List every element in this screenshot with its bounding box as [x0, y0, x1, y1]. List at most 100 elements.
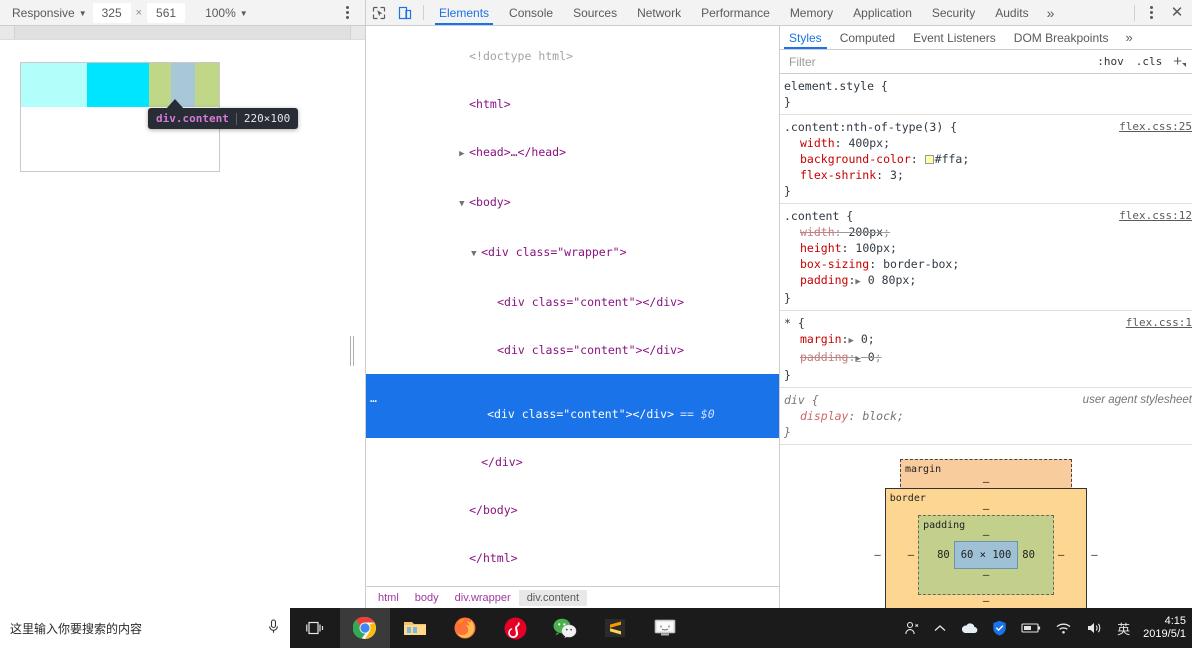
rule-origin-link[interactable]: flex.css:12 — [1119, 208, 1192, 224]
dom-node-div-content-3-selected[interactable]: … <div class="content"></div> == $0 — [366, 374, 779, 438]
property-value[interactable]: block — [862, 409, 897, 423]
close-icon[interactable]: ✕ — [1162, 0, 1192, 26]
styles-filter-input[interactable] — [784, 54, 1089, 69]
padding-left-value[interactable]: 80 — [933, 547, 954, 563]
twisty-expanded-icon[interactable]: ▼ — [459, 196, 469, 212]
margin-right-value[interactable]: – — [1087, 547, 1101, 563]
file-explorer-icon[interactable] — [390, 608, 440, 648]
declaration-box-sizing[interactable]: box-sizing: border-box; — [784, 256, 1186, 272]
viewport-ruler[interactable] — [0, 26, 365, 40]
tab-styles[interactable]: Styles — [780, 26, 831, 49]
breadcrumb-item-div-content[interactable]: div.content — [518, 589, 588, 606]
task-view-icon[interactable] — [290, 608, 340, 648]
tab-audits[interactable]: Audits — [985, 0, 1038, 25]
declaration-display[interactable]: display: block; — [784, 408, 1186, 424]
property-value[interactable]: 0 — [861, 332, 868, 346]
box-model-border[interactable]: border – – padding – 80 60 × 100 80 – – … — [884, 488, 1088, 608]
style-rule-content[interactable]: flex.css:12 .content { width: 200px; hei… — [780, 204, 1192, 311]
property-value[interactable]: 100px — [855, 241, 890, 255]
box-model-padding[interactable]: padding – 80 60 × 100 80 – — [918, 515, 1054, 595]
tab-event-listeners[interactable]: Event Listeners — [904, 26, 1005, 49]
border-top-value[interactable]: – — [904, 503, 1069, 515]
color-swatch-icon[interactable] — [924, 155, 934, 164]
box-model-margin[interactable]: margin – – border – – padding – 80 60 × … — [874, 459, 1098, 608]
dom-node-head[interactable]: ▶ <head>…</head> — [366, 128, 779, 178]
property-value[interactable]: #ffa — [935, 152, 963, 166]
property-name[interactable]: height — [800, 241, 842, 255]
padding-bottom-value[interactable]: – — [933, 569, 1039, 581]
tab-network[interactable]: Network — [627, 0, 691, 25]
devtools-menu-button[interactable] — [1140, 4, 1162, 21]
rule-selector[interactable]: element.style { — [784, 78, 1186, 94]
property-value[interactable]: 0 80px — [868, 273, 910, 287]
flex-box-2[interactable] — [87, 63, 149, 107]
rule-origin-link[interactable]: flex.css:25 — [1119, 119, 1192, 135]
tab-memory[interactable]: Memory — [780, 0, 843, 25]
tab-elements[interactable]: Elements — [429, 0, 499, 25]
property-name[interactable]: margin — [800, 332, 842, 346]
tab-dom-breakpoints[interactable]: DOM Breakpoints — [1005, 26, 1118, 49]
property-name[interactable]: display — [800, 409, 848, 423]
panel-resize-handle[interactable] — [348, 333, 355, 369]
property-value[interactable]: border-box — [883, 257, 952, 271]
dom-tree[interactable]: <!doctype html> <html> ▶ <head>…</head> ▼… — [366, 26, 779, 586]
declaration-padding[interactable]: padding:▶ 0 80px; — [784, 272, 1186, 290]
device-preset-select[interactable]: Responsive ▼ — [6, 4, 93, 22]
declaration-background-color[interactable]: background-color: #ffa; — [784, 151, 1186, 167]
wifi-icon[interactable] — [1048, 608, 1079, 648]
toggle-element-state-button[interactable]: :hov — [1094, 54, 1127, 69]
property-name[interactable]: width — [800, 136, 835, 150]
declaration-padding-overridden[interactable]: padding:▶ 0; — [784, 349, 1186, 367]
show-hidden-icons-icon[interactable] — [927, 608, 953, 648]
border-right-value[interactable]: – — [1054, 547, 1068, 563]
style-rule-content-nth-of-type-3[interactable]: flex.css:25 .content:nth-of-type(3) { wi… — [780, 115, 1192, 204]
property-name[interactable]: width — [800, 225, 835, 239]
netease-music-icon[interactable] — [490, 608, 540, 648]
tencent-pc-manager-icon[interactable] — [985, 608, 1014, 648]
flex-box-1[interactable] — [21, 63, 87, 107]
dom-node-doctype[interactable]: <!doctype html> — [366, 32, 779, 80]
more-tabs-icon[interactable]: » — [1039, 0, 1063, 25]
microphone-icon[interactable] — [264, 619, 282, 637]
declaration-width[interactable]: width: 400px; — [784, 135, 1186, 151]
new-style-rule-button[interactable]: + — [1171, 53, 1188, 70]
firefox-icon[interactable] — [440, 608, 490, 648]
breadcrumb-item-div-wrapper[interactable]: div.wrapper — [447, 590, 519, 606]
zoom-select[interactable]: 100% ▼ — [199, 4, 254, 22]
margin-left-value[interactable]: – — [870, 547, 884, 563]
dom-node-html-open[interactable]: <html> — [366, 80, 779, 128]
style-rule-element-style[interactable]: element.style { } — [780, 74, 1192, 115]
device-toolbar-menu-button[interactable] — [339, 4, 359, 21]
border-bottom-value[interactable]: – — [904, 595, 1069, 607]
property-name[interactable]: box-sizing — [800, 257, 869, 271]
dom-node-body-close[interactable]: </body> — [366, 486, 779, 534]
viewport-width-input[interactable]: 325 — [92, 2, 131, 23]
style-rule-universal[interactable]: flex.css:1 * { margin:▶ 0; padding:▶ 0; … — [780, 311, 1192, 388]
tab-application[interactable]: Application — [843, 0, 922, 25]
property-value[interactable]: 200px — [848, 225, 883, 239]
expand-shorthand-icon[interactable]: ▶ — [855, 354, 860, 364]
dom-node-div-wrapper-close[interactable]: </div> — [366, 438, 779, 486]
wechat-icon[interactable] — [540, 608, 590, 648]
search-input[interactable]: 这里输入你要搜索的内容 — [10, 620, 258, 637]
breadcrumb-item-html[interactable]: html — [370, 590, 407, 606]
element-classes-button[interactable]: .cls — [1133, 54, 1166, 69]
twisty-expanded-icon[interactable]: ▼ — [471, 246, 481, 262]
declaration-height[interactable]: height: 100px; — [784, 240, 1186, 256]
people-icon[interactable] — [897, 608, 927, 648]
tab-sources[interactable]: Sources — [563, 0, 627, 25]
more-styles-tabs-icon[interactable]: » — [1117, 26, 1140, 49]
toggle-device-toolbar-icon[interactable] — [392, 0, 418, 25]
declaration-margin[interactable]: margin:▶ 0; — [784, 331, 1186, 349]
declaration-flex-shrink[interactable]: flex-shrink: 3; — [784, 167, 1186, 183]
chrome-icon[interactable] — [340, 608, 390, 648]
padding-right-value[interactable]: 80 — [1018, 547, 1039, 563]
property-name[interactable]: flex-shrink — [800, 168, 876, 182]
inspect-element-icon[interactable] — [366, 0, 392, 25]
dom-node-div-content-2[interactable]: <div class="content"></div> — [366, 326, 779, 374]
taskbar-search-box[interactable]: 这里输入你要搜索的内容 — [0, 608, 290, 648]
viewport-height-input[interactable]: 561 — [147, 2, 186, 23]
volume-icon[interactable] — [1079, 608, 1110, 648]
taskbar-clock[interactable]: 4:15 2019/5/1 — [1137, 608, 1190, 648]
twisty-collapsed-icon[interactable]: ▶ — [459, 146, 469, 162]
